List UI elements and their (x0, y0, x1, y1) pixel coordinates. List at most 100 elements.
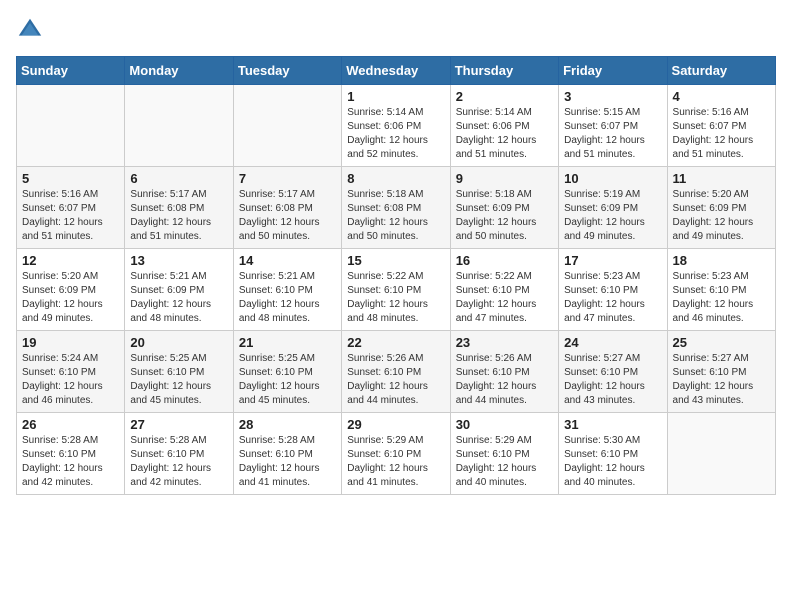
day-of-week-header: Monday (125, 57, 233, 85)
day-number: 21 (239, 335, 336, 350)
day-number: 6 (130, 171, 227, 186)
calendar-day-cell: 21 Sunrise: 5:25 AM Sunset: 6:10 PM Dayli… (233, 331, 341, 413)
day-info: Sunrise: 5:21 AM Sunset: 6:10 PM Dayligh… (239, 270, 336, 326)
calendar-week-row: 19 Sunrise: 5:24 AM Sunset: 6:10 PM Dayli… (17, 331, 776, 413)
day-info: Sunrise: 5:29 AM Sunset: 6:10 PM Dayligh… (456, 434, 553, 490)
calendar-day-cell: 9Sunrise: 5:18 AM Sunset: 6:09 PM Daylig… (450, 167, 558, 249)
calendar-day-cell: 12 Sunrise: 5:20 AM Sunset: 6:09 PM Dayli… (17, 249, 125, 331)
day-number: 2 (456, 89, 553, 104)
calendar-day-cell: 4 Sunrise: 5:16 AM Sunset: 6:07 PM Daylig… (667, 85, 775, 167)
day-info: Sunrise: 5:23 AM Sunset: 6:10 PM Dayligh… (673, 270, 770, 326)
day-info: Sunrise: 5:28 AM Sunset: 6:10 PM Dayligh… (22, 434, 119, 490)
day-number: 18 (673, 253, 770, 268)
day-info: Sunrise: 5:25 AM Sunset: 6:10 PM Dayligh… (130, 352, 227, 408)
day-info: Sunrise: 5:20 AM Sunset: 6:09 PM Dayligh… (22, 270, 119, 326)
calendar-day-cell: 25 Sunrise: 5:27 AM Sunset: 6:10 PM Dayli… (667, 331, 775, 413)
day-number: 9 (456, 171, 553, 186)
day-info: Sunrise: 5:22 AM Sunset: 6:10 PM Dayligh… (347, 270, 444, 326)
logo (16, 16, 48, 44)
day-number: 27 (130, 417, 227, 432)
day-info: Sunrise: 5:16 AM Sunset: 6:07 PM Dayligh… (22, 188, 119, 244)
day-info: Sunrise: 5:23 AM Sunset: 6:10 PM Dayligh… (564, 270, 661, 326)
calendar-day-cell: 26 Sunrise: 5:28 AM Sunset: 6:10 PM Dayli… (17, 413, 125, 495)
day-number: 28 (239, 417, 336, 432)
day-number: 22 (347, 335, 444, 350)
calendar-day-cell (667, 413, 775, 495)
day-number: 24 (564, 335, 661, 350)
day-info: Sunrise: 5:16 AM Sunset: 6:07 PM Dayligh… (673, 106, 770, 162)
calendar-day-cell: 27 Sunrise: 5:28 AM Sunset: 6:10 PM Dayli… (125, 413, 233, 495)
calendar-day-cell: 24 Sunrise: 5:27 AM Sunset: 6:10 PM Dayli… (559, 331, 667, 413)
calendar-day-cell: 17 Sunrise: 5:23 AM Sunset: 6:10 PM Dayli… (559, 249, 667, 331)
day-info: Sunrise: 5:22 AM Sunset: 6:10 PM Dayligh… (456, 270, 553, 326)
day-number: 23 (456, 335, 553, 350)
day-number: 11 (673, 171, 770, 186)
day-info: Sunrise: 5:26 AM Sunset: 6:10 PM Dayligh… (347, 352, 444, 408)
day-info: Sunrise: 5:26 AM Sunset: 6:10 PM Dayligh… (456, 352, 553, 408)
day-info: Sunrise: 5:27 AM Sunset: 6:10 PM Dayligh… (564, 352, 661, 408)
calendar-day-cell: 28 Sunrise: 5:28 AM Sunset: 6:10 PM Dayli… (233, 413, 341, 495)
calendar-day-cell: 3 Sunrise: 5:15 AM Sunset: 6:07 PM Daylig… (559, 85, 667, 167)
calendar-day-cell: 22 Sunrise: 5:26 AM Sunset: 6:10 PM Dayli… (342, 331, 450, 413)
day-info: Sunrise: 5:24 AM Sunset: 6:10 PM Dayligh… (22, 352, 119, 408)
day-info: Sunrise: 5:14 AM Sunset: 6:06 PM Dayligh… (347, 106, 444, 162)
day-number: 29 (347, 417, 444, 432)
day-number: 14 (239, 253, 336, 268)
day-info: Sunrise: 5:14 AM Sunset: 6:06 PM Dayligh… (456, 106, 553, 162)
day-number: 3 (564, 89, 661, 104)
day-info: Sunrise: 5:29 AM Sunset: 6:10 PM Dayligh… (347, 434, 444, 490)
day-number: 25 (673, 335, 770, 350)
calendar-day-cell: 31 Sunrise: 5:30 AM Sunset: 6:10 PM Dayli… (559, 413, 667, 495)
day-number: 12 (22, 253, 119, 268)
day-of-week-header: Sunday (17, 57, 125, 85)
calendar-day-cell: 18 Sunrise: 5:23 AM Sunset: 6:10 PM Dayli… (667, 249, 775, 331)
calendar-day-cell: 10Sunrise: 5:19 AM Sunset: 6:09 PM Dayli… (559, 167, 667, 249)
calendar-day-cell: 20 Sunrise: 5:25 AM Sunset: 6:10 PM Dayli… (125, 331, 233, 413)
day-info: Sunrise: 5:28 AM Sunset: 6:10 PM Dayligh… (239, 434, 336, 490)
day-info: Sunrise: 5:28 AM Sunset: 6:10 PM Dayligh… (130, 434, 227, 490)
calendar-day-cell (17, 85, 125, 167)
calendar-day-cell: 7Sunrise: 5:17 AM Sunset: 6:08 PM Daylig… (233, 167, 341, 249)
day-info: Sunrise: 5:20 AM Sunset: 6:09 PM Dayligh… (673, 188, 770, 244)
calendar-day-cell: 14 Sunrise: 5:21 AM Sunset: 6:10 PM Dayli… (233, 249, 341, 331)
day-number: 5 (22, 171, 119, 186)
calendar-day-cell: 8 Sunrise: 5:18 AM Sunset: 6:08 PM Daylig… (342, 167, 450, 249)
day-info: Sunrise: 5:17 AM Sunset: 6:08 PM Dayligh… (239, 188, 336, 244)
day-info: Sunrise: 5:19 AM Sunset: 6:09 PM Dayligh… (564, 188, 661, 244)
day-number: 30 (456, 417, 553, 432)
day-info: Sunrise: 5:17 AM Sunset: 6:08 PM Dayligh… (130, 188, 227, 244)
day-of-week-header: Thursday (450, 57, 558, 85)
day-number: 16 (456, 253, 553, 268)
day-info: Sunrise: 5:18 AM Sunset: 6:08 PM Dayligh… (347, 188, 444, 244)
page-header (16, 16, 776, 44)
day-number: 1 (347, 89, 444, 104)
day-of-week-header: Friday (559, 57, 667, 85)
day-number: 19 (22, 335, 119, 350)
day-info: Sunrise: 5:30 AM Sunset: 6:10 PM Dayligh… (564, 434, 661, 490)
day-info: Sunrise: 5:25 AM Sunset: 6:10 PM Dayligh… (239, 352, 336, 408)
calendar-day-cell: 19 Sunrise: 5:24 AM Sunset: 6:10 PM Dayli… (17, 331, 125, 413)
day-number: 13 (130, 253, 227, 268)
calendar-day-cell: 13Sunrise: 5:21 AM Sunset: 6:09 PM Dayli… (125, 249, 233, 331)
day-number: 4 (673, 89, 770, 104)
calendar-day-cell: 29 Sunrise: 5:29 AM Sunset: 6:10 PM Dayli… (342, 413, 450, 495)
calendar-table: SundayMondayTuesdayWednesdayThursdayFrid… (16, 56, 776, 495)
calendar-day-cell: 15 Sunrise: 5:22 AM Sunset: 6:10 PM Dayli… (342, 249, 450, 331)
day-number: 8 (347, 171, 444, 186)
calendar-week-row: 12 Sunrise: 5:20 AM Sunset: 6:09 PM Dayli… (17, 249, 776, 331)
day-number: 26 (22, 417, 119, 432)
calendar-day-cell: 11 Sunrise: 5:20 AM Sunset: 6:09 PM Dayli… (667, 167, 775, 249)
day-info: Sunrise: 5:15 AM Sunset: 6:07 PM Dayligh… (564, 106, 661, 162)
day-number: 20 (130, 335, 227, 350)
calendar-day-cell (233, 85, 341, 167)
calendar-day-cell: 1 Sunrise: 5:14 AM Sunset: 6:06 PM Daylig… (342, 85, 450, 167)
day-number: 17 (564, 253, 661, 268)
day-info: Sunrise: 5:27 AM Sunset: 6:10 PM Dayligh… (673, 352, 770, 408)
day-of-week-header: Saturday (667, 57, 775, 85)
calendar-day-cell: 23 Sunrise: 5:26 AM Sunset: 6:10 PM Dayli… (450, 331, 558, 413)
day-number: 15 (347, 253, 444, 268)
calendar-day-cell: 6 Sunrise: 5:17 AM Sunset: 6:08 PM Daylig… (125, 167, 233, 249)
day-number: 31 (564, 417, 661, 432)
calendar-week-row: 1 Sunrise: 5:14 AM Sunset: 6:06 PM Daylig… (17, 85, 776, 167)
calendar-day-cell: 30 Sunrise: 5:29 AM Sunset: 6:10 PM Dayli… (450, 413, 558, 495)
